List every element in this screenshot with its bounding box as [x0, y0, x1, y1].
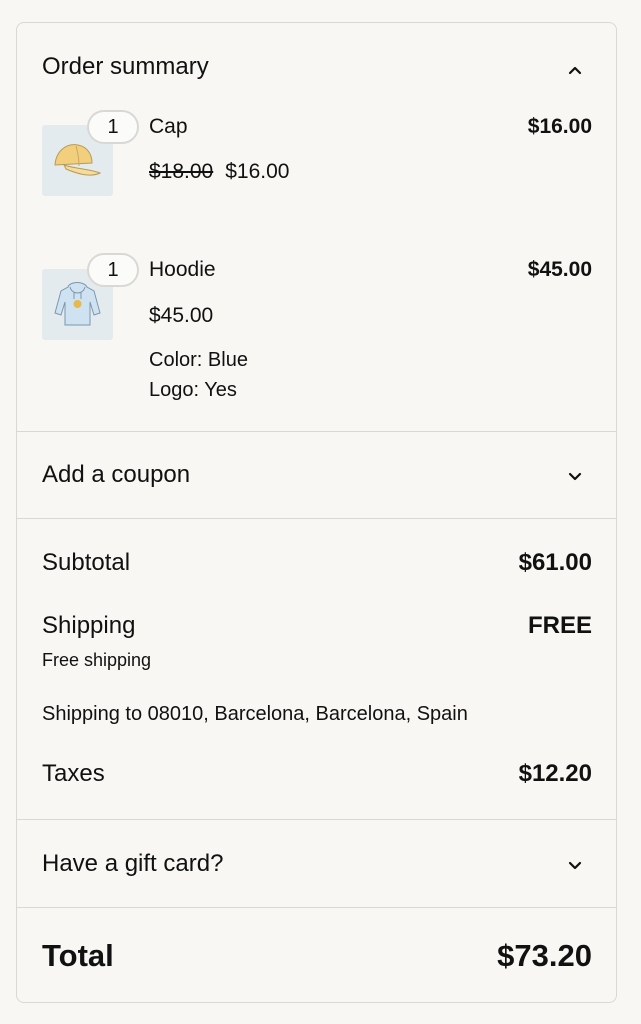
- order-summary-card: Order summary 1 Cap $16.00 $18.00 $16.00: [16, 22, 617, 1003]
- total-value: $73.20: [497, 938, 592, 973]
- item-line-total: $45.00: [527, 258, 592, 281]
- chevron-down-icon[interactable]: [565, 855, 585, 875]
- gift-card-toggle[interactable]: Have a gift card?: [17, 820, 616, 906]
- quantity-badge: 1: [87, 253, 139, 287]
- shipping-destination: Shipping to 08010, Barcelona, Barcelona,…: [42, 703, 468, 725]
- quantity-badge: 1: [87, 110, 139, 144]
- item-line-total: $16.00: [527, 115, 592, 138]
- order-summary-title: Order summary: [42, 53, 209, 80]
- cap-icon: [42, 144, 113, 200]
- shipping-label: Shipping: [42, 612, 136, 639]
- line-item: 1 Hoodie $45.00 $45.00 Color: Blue Logo:…: [17, 247, 616, 432]
- total-label: Total: [42, 938, 114, 973]
- subtotal-value: $61.00: [518, 549, 592, 576]
- item-price: $18.00 $16.00: [149, 160, 289, 184]
- grand-total-row: Total $73.20: [17, 908, 616, 1003]
- original-price: $18.00: [149, 160, 214, 183]
- chevron-down-icon[interactable]: [565, 466, 585, 486]
- totals-section: Subtotal $61.00 Shipping FREE Free shipp…: [17, 519, 616, 819]
- line-item: 1 Cap $16.00 $18.00 $16.00: [17, 103, 616, 243]
- subtotal-label: Subtotal: [42, 549, 131, 576]
- taxes-label: Taxes: [42, 760, 105, 787]
- chevron-up-icon[interactable]: [565, 60, 585, 80]
- item-price: $45.00: [149, 304, 214, 327]
- item-name: Hoodie: [149, 258, 216, 281]
- taxes-value: $12.20: [518, 760, 592, 787]
- shipping-method: Free shipping: [42, 650, 152, 670]
- hoodie-icon: [42, 282, 113, 344]
- coupon-toggle[interactable]: Add a coupon: [17, 432, 616, 518]
- item-option-color: Color: Blue: [149, 349, 248, 371]
- coupon-label: Add a coupon: [42, 461, 191, 488]
- order-summary-header[interactable]: Order summary: [17, 23, 616, 103]
- item-option-logo: Logo: Yes: [149, 379, 237, 401]
- shipping-value: FREE: [527, 612, 592, 639]
- sale-price: $16.00: [225, 160, 290, 183]
- item-name: Cap: [149, 115, 188, 138]
- gift-card-label: Have a gift card?: [42, 850, 224, 877]
